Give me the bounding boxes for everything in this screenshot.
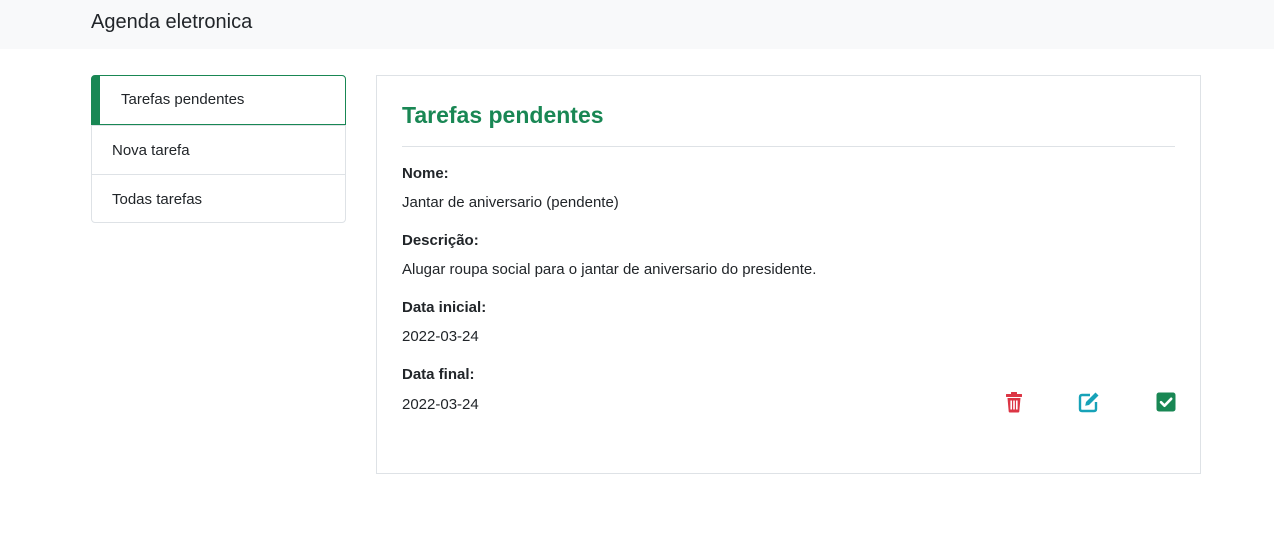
description-value: Alugar roupa social para o jantar de ani…: [402, 261, 817, 278]
description-label: Descrição:: [402, 232, 479, 249]
complete-button[interactable]: [1155, 391, 1177, 413]
start-date-value: 2022-03-24: [402, 328, 479, 345]
page-title: Tarefas pendentes: [402, 102, 604, 128]
edit-button[interactable]: [1078, 391, 1100, 413]
sidebar-item-nova-tarefa[interactable]: Nova tarefa: [92, 125, 345, 174]
delete-button[interactable]: [1003, 391, 1025, 413]
sidebar-item-todas-tarefas[interactable]: Todas tarefas: [92, 174, 345, 223]
brand-link[interactable]: Agenda eletronica: [91, 11, 252, 34]
navbar: Agenda eletronica: [0, 0, 1274, 49]
task-card: Tarefas pendentes Nome: Jantar de aniver…: [376, 75, 1201, 474]
title-divider: [402, 146, 1175, 147]
sidebar-item-tarefas-pendentes[interactable]: Tarefas pendentes: [91, 75, 346, 125]
start-date-label: Data inicial:: [402, 299, 487, 316]
sidebar-menu: Tarefas pendentes Nova tarefa Todas tare…: [91, 75, 346, 223]
check-square-icon: [1156, 392, 1176, 412]
end-date-label: Data final:: [402, 366, 475, 383]
name-value: Jantar de aniversario (pendente): [402, 194, 619, 211]
trash-icon: [1006, 392, 1022, 413]
name-label: Nome:: [402, 165, 449, 182]
edit-icon: [1078, 392, 1099, 413]
end-date-value: 2022-03-24: [402, 396, 479, 413]
